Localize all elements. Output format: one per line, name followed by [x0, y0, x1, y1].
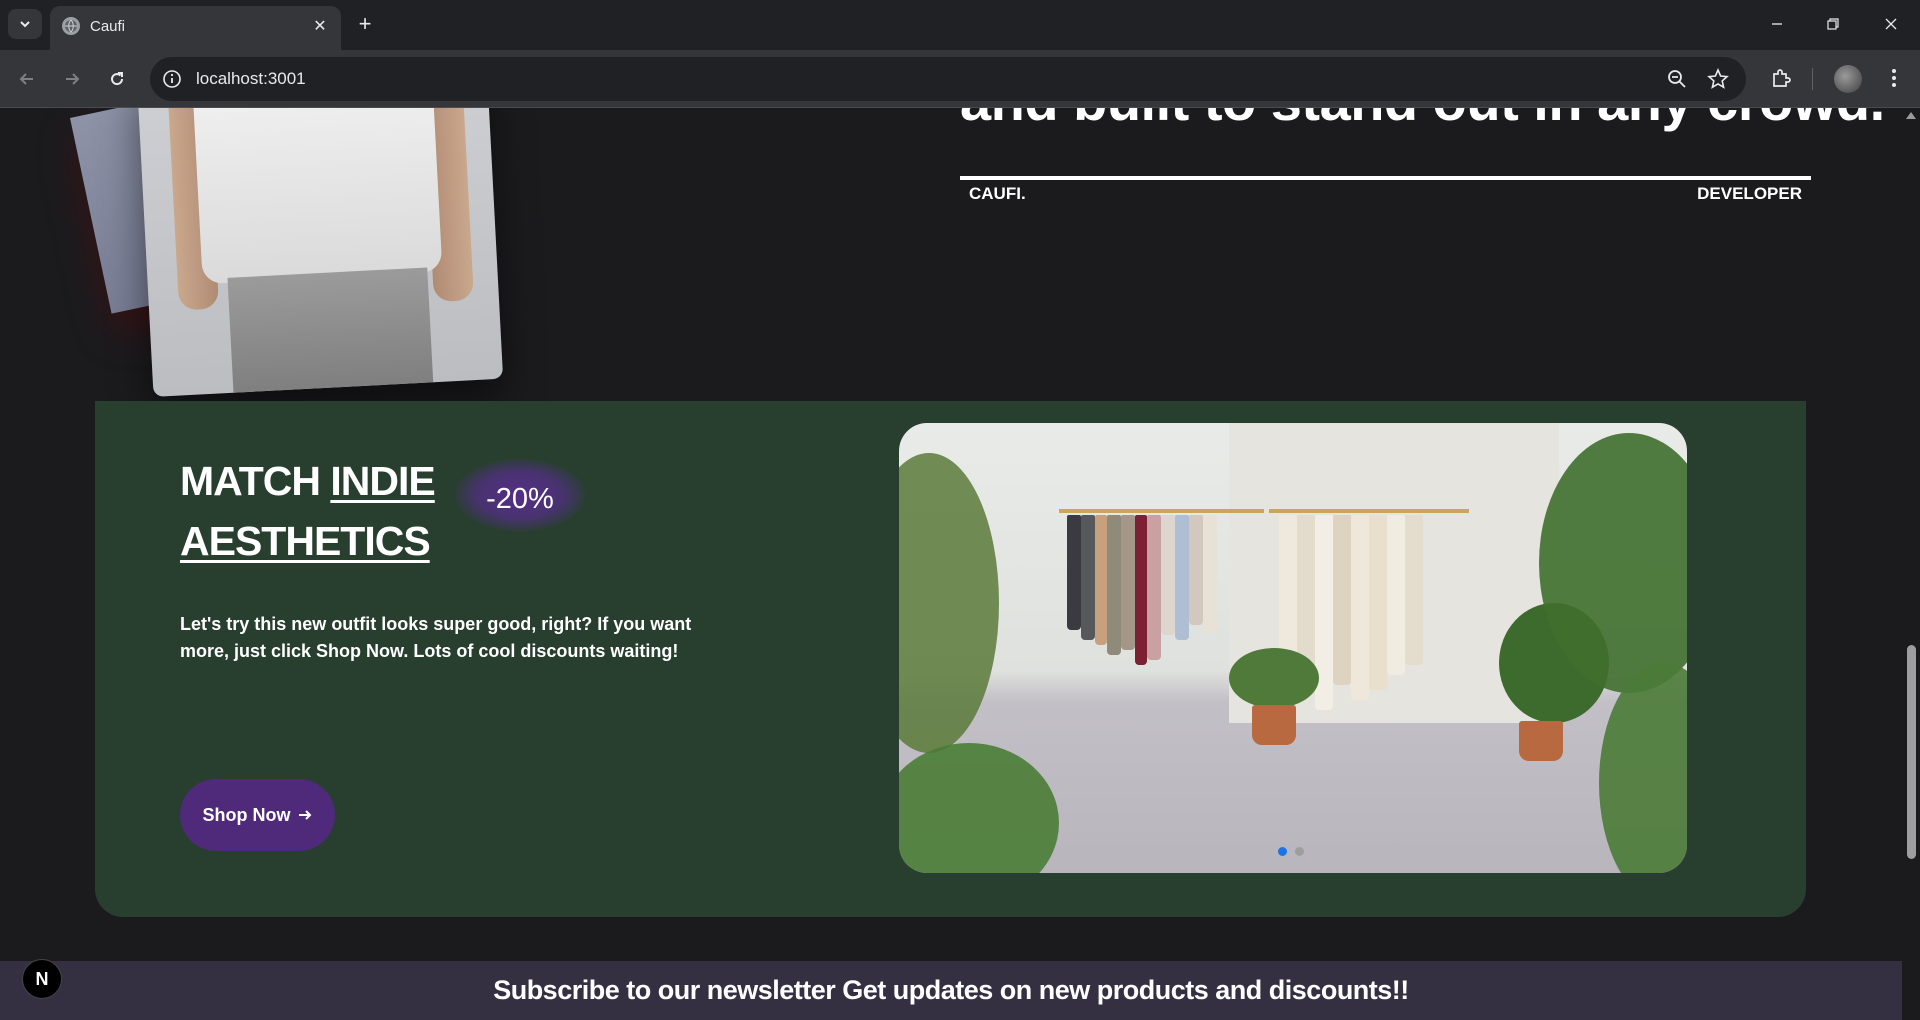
- discount-badge: -20%: [486, 483, 554, 515]
- clothes-rail-left: [1059, 509, 1264, 513]
- extensions-icon[interactable]: [1770, 66, 1796, 92]
- dev-indicator-badge[interactable]: N: [22, 959, 62, 999]
- promo-banner: MATCH INDIE AESTHETICS -20% Let's try th…: [95, 401, 1806, 917]
- newsletter-text: Subscribe to our newsletter Get updates …: [493, 975, 1409, 1005]
- garment: [1095, 515, 1107, 645]
- garment: [1135, 515, 1147, 665]
- plant-leaves: [899, 743, 1059, 873]
- avatar[interactable]: [1834, 65, 1862, 93]
- garment: [1175, 515, 1189, 640]
- garment: [1351, 515, 1369, 700]
- tab-title: Caufi: [90, 18, 126, 35]
- browser-tab[interactable]: Caufi ✕: [50, 6, 341, 50]
- garment: [1107, 515, 1121, 655]
- garment: [1369, 515, 1387, 690]
- info-icon[interactable]: [162, 69, 182, 89]
- plant-pot: [1519, 721, 1563, 761]
- promo-title-word-2: INDIE: [330, 458, 435, 504]
- garment: [1189, 515, 1203, 625]
- shop-now-button[interactable]: Shop Now: [180, 779, 335, 851]
- garment: [1161, 515, 1175, 635]
- hero-heading: and built to stand out in any crowd.: [960, 108, 1885, 133]
- menu-icon[interactable]: [1882, 66, 1908, 92]
- page-viewport: and built to stand out in any crowd. CAU…: [0, 108, 1920, 1020]
- address-bar[interactable]: localhost:3001: [150, 57, 1746, 101]
- hero-role-label: DEVELOPER: [1697, 184, 1802, 203]
- carousel-dot-2[interactable]: [1295, 847, 1304, 856]
- browser-toolbar: localhost:3001: [0, 50, 1920, 108]
- plant-leaves: [1599, 663, 1687, 873]
- garment: [1081, 515, 1095, 640]
- hero-divider: [960, 176, 1811, 180]
- close-icon[interactable]: ✕: [309, 15, 331, 37]
- back-icon[interactable]: [12, 64, 42, 94]
- page-scrollbar[interactable]: [1902, 108, 1920, 1020]
- promo-title-word-3: AESTHETICS: [180, 518, 431, 564]
- plant-leaves: [899, 453, 999, 753]
- garment: [1147, 515, 1161, 660]
- tab-strip: Caufi ✕ +: [0, 0, 1920, 50]
- promo-description: Let's try this new outfit looks super go…: [180, 614, 692, 661]
- close-window-icon[interactable]: [1876, 10, 1906, 38]
- promo-title: MATCH INDIE AESTHETICS: [180, 451, 480, 571]
- hero-brand-label: CAUFI.: [969, 184, 1026, 203]
- plant-leaves: [1229, 648, 1319, 708]
- toolbar-separator: [1812, 68, 1813, 90]
- forward-icon[interactable]: [57, 64, 87, 94]
- garment: [1203, 515, 1217, 633]
- garment: [1405, 515, 1423, 665]
- restore-icon[interactable]: [1818, 10, 1848, 38]
- clothes-rail-right: [1269, 509, 1469, 513]
- garment: [1333, 515, 1351, 685]
- shop-now-label: Shop Now: [202, 804, 291, 825]
- plant-pot: [1252, 705, 1296, 745]
- promo-title-word-1: MATCH: [180, 458, 321, 504]
- hero-photo: [136, 108, 504, 397]
- carousel-dot-1[interactable]: [1278, 847, 1287, 856]
- garment: [1121, 515, 1135, 650]
- url-text: localhost:3001: [196, 69, 306, 88]
- zoom-out-icon[interactable]: [1666, 68, 1688, 90]
- minimize-icon[interactable]: [1762, 10, 1792, 38]
- scroll-up-arrow-icon[interactable]: [1906, 112, 1916, 119]
- promo-carousel-image[interactable]: [899, 423, 1687, 873]
- scrollbar-thumb[interactable]: [1907, 645, 1916, 859]
- arrow-right-icon: [298, 810, 311, 820]
- globe-icon: [62, 17, 80, 35]
- garment: [1387, 515, 1405, 675]
- garment: [1067, 515, 1081, 630]
- model-shirt: [191, 108, 443, 285]
- star-icon[interactable]: [1707, 67, 1729, 90]
- newsletter-bar: Subscribe to our newsletter Get updates …: [0, 961, 1902, 1020]
- tab-search-icon[interactable]: [8, 9, 42, 39]
- model-pants: [227, 267, 434, 397]
- plus-icon[interactable]: +: [352, 12, 378, 38]
- reload-icon[interactable]: [102, 64, 132, 94]
